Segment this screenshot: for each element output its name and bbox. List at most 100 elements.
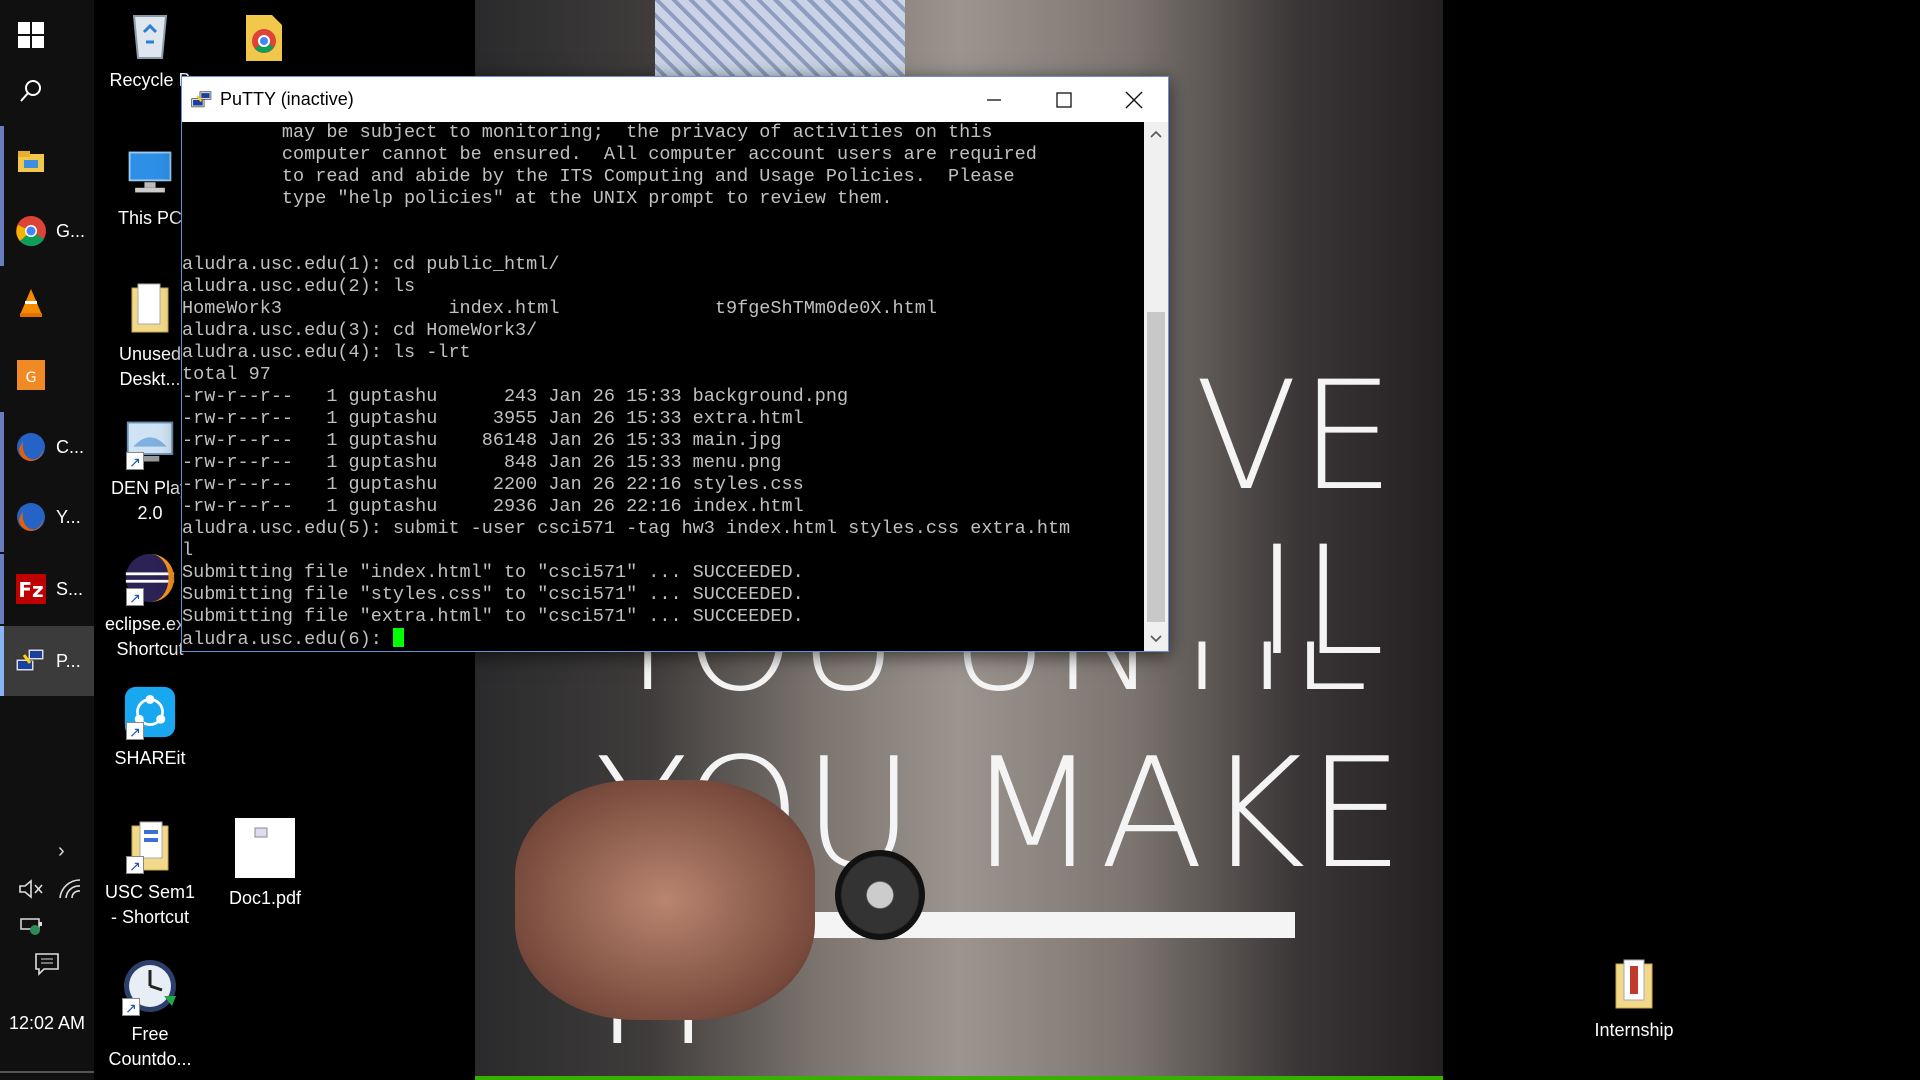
- minimize-button[interactable]: [959, 77, 1029, 122]
- desktop-icon-label: Doc1.pdf: [228, 888, 302, 908]
- terminal-line: -rw-r--r-- 1 guptashu 3955 Jan 26 15:33 …: [182, 408, 804, 429]
- putty-titlebar[interactable]: PuTTY (inactive): [182, 77, 1168, 122]
- this-pc-icon: [124, 146, 176, 198]
- wallpaper-text-line-1: VE: [1195, 350, 1397, 524]
- taskbar-putty[interactable]: P...: [0, 626, 94, 696]
- vlc-icon: [14, 286, 48, 320]
- putty-window-title: PuTTY (inactive): [220, 89, 354, 109]
- file-explorer-icon: [14, 144, 48, 178]
- terminal-line: Submitting file "styles.css" to "csci571…: [182, 584, 804, 605]
- desktop-icon-usc-sem1[interactable]: ↗ USC Sem1 - Shortcut: [102, 820, 198, 930]
- folder-shortcut-icon: ↗: [124, 820, 176, 874]
- desktop-icon-chrome-file[interactable]: [216, 12, 312, 72]
- terminal-line: to read and abide by the ITS Computing a…: [182, 166, 1015, 187]
- taskbar-chrome[interactable]: G...: [0, 196, 94, 266]
- show-hidden-icons-chevron[interactable]: ›: [58, 840, 65, 863]
- desktop-icon-shareit[interactable]: ↗ SHAREit: [102, 686, 198, 771]
- maximize-icon: [1056, 91, 1072, 108]
- wifi-icon[interactable]: [58, 878, 82, 906]
- shortcut-arrow-icon: ↗: [126, 452, 144, 470]
- search-button[interactable]: [0, 56, 94, 126]
- putty-icon[interactable]: [190, 88, 214, 112]
- scrollbar-thumb[interactable]: [1147, 312, 1165, 622]
- putty-window[interactable]: PuTTY (inactive) may be subject to monit…: [181, 76, 1169, 652]
- terminal-line: -rw-r--r-- 1 guptashu 243 Jan 26 15:33 b…: [182, 386, 849, 407]
- firefox-icon: [14, 430, 48, 464]
- terminal-line: -rw-r--r-- 1 guptashu 86148 Jan 26 15:33…: [182, 430, 782, 451]
- chrome-file-icon: [238, 12, 290, 64]
- desktop-icon-label: Free Countdo...: [108, 1024, 192, 1069]
- countdown-timer-icon: ↗: [120, 954, 180, 1016]
- taskbar-divider: [0, 1071, 94, 1073]
- battery-icon[interactable]: [20, 916, 44, 942]
- minimize-icon: [987, 98, 1001, 101]
- taskbar-label: C...: [56, 436, 85, 457]
- desktop-icon-label: Recycle B: [109, 70, 191, 90]
- desktop: VE IL YOU UNTIL YOU MAKE IT: [0, 0, 1920, 1080]
- putty-icon: [14, 644, 48, 678]
- shortcut-arrow-icon: ↗: [126, 856, 144, 874]
- terminal-line: computer cannot be ensured. All computer…: [182, 144, 1037, 165]
- svg-text:G: G: [26, 370, 37, 386]
- terminal-cursor: [392, 628, 404, 647]
- notification-icon[interactable]: [34, 952, 60, 982]
- terminal-line: aludra.usc.edu(3): cd HomeWork3/: [182, 320, 538, 341]
- taskbar-foxit-pdf[interactable]: G: [0, 340, 94, 410]
- taskbar-file-explorer[interactable]: [0, 126, 94, 196]
- recycle-bin-icon: [124, 8, 176, 60]
- close-icon: [1125, 91, 1143, 108]
- terminal-output[interactable]: may be subject to monitoring; the privac…: [182, 122, 1144, 651]
- terminal-line: aludra.usc.edu(5): submit -user csci571 …: [182, 518, 1071, 539]
- terminal-line: may be subject to monitoring; the privac…: [182, 122, 993, 143]
- scroll-down-button[interactable]: [1144, 627, 1168, 651]
- desktop-icon-label: Internship: [1594, 1020, 1674, 1040]
- taskbar: G... G C... Y... Fz S... P... › 12:02 AM: [0, 0, 94, 1080]
- filezilla-icon: Fz: [14, 572, 48, 606]
- terminal-line: Submitting file "extra.html" to "csci571…: [182, 606, 804, 627]
- chevron-up-icon: [1150, 130, 1162, 138]
- terminal-line: -rw-r--r-- 1 guptashu 2936 Jan 26 22:16 …: [182, 496, 804, 517]
- taskbar-label: P...: [56, 650, 81, 671]
- desktop-icon-free-countdown[interactable]: ↗ Free Countdo...: [102, 954, 198, 1072]
- terminal-line: -rw-r--r-- 1 guptashu 2200 Jan 26 22:16 …: [182, 474, 804, 495]
- firefox-icon: [14, 500, 48, 534]
- eclipse-icon: ↗: [124, 552, 176, 606]
- maximize-button[interactable]: [1029, 77, 1099, 122]
- shortcut-arrow-icon: ↗: [126, 722, 144, 740]
- terminal-line: HomeWork3 index.html t9fgeShTMm0de0X.htm…: [182, 298, 937, 319]
- desktop-icon-doc1-pdf[interactable]: Doc1.pdf: [217, 818, 313, 911]
- taskbar-vlc[interactable]: [0, 268, 94, 338]
- taskbar-clock[interactable]: 12:02 AM: [0, 1013, 94, 1034]
- desktop-icon-label: Unused Deskt...: [118, 344, 182, 389]
- terminal-line: Submitting file "index.html" to "csci571…: [182, 562, 804, 583]
- taskbar-label: S...: [56, 578, 84, 599]
- terminal-prompt: aludra.usc.edu(6):: [182, 629, 393, 650]
- wallpaper-hand: [515, 780, 815, 1020]
- foxit-pdf-icon: G: [14, 358, 48, 392]
- folder-icon: [1608, 958, 1660, 1010]
- wallpaper-bottom-strip: [475, 1076, 1443, 1080]
- terminal-line: aludra.usc.edu(2): ls: [182, 276, 416, 297]
- scroll-up-button[interactable]: [1144, 122, 1168, 146]
- desktop-icon-label: This PC: [117, 208, 182, 228]
- windows-start-icon: [14, 18, 48, 52]
- desktop-icon-label: DEN Play 2.0: [110, 478, 190, 523]
- taskbar-label: G...: [56, 220, 86, 241]
- shareit-icon: ↗: [124, 686, 176, 740]
- chrome-icon: [14, 214, 48, 248]
- taskbar-firefox-1[interactable]: C...: [0, 412, 94, 482]
- terminal-line: aludra.usc.edu(4): ls -lrt: [182, 342, 471, 363]
- taskbar-label: Y...: [56, 506, 81, 527]
- close-button[interactable]: [1099, 77, 1169, 122]
- terminal-line: -rw-r--r-- 1 guptashu 848 Jan 26 15:33 m…: [182, 452, 782, 473]
- terminal-text: may be subject to monitoring; the privac…: [182, 122, 1144, 651]
- terminal-scrollbar[interactable]: [1144, 122, 1168, 651]
- den-player-icon: ↗: [124, 416, 176, 470]
- desktop-icon-internship[interactable]: Internship: [1586, 958, 1682, 1043]
- taskbar-firefox-2[interactable]: Y...: [0, 482, 94, 552]
- taskbar-filezilla[interactable]: Fz S...: [0, 554, 94, 624]
- pdf-file-icon: [235, 818, 295, 878]
- terminal-line: l: [182, 540, 194, 561]
- desktop-icon-label: USC Sem1 - Shortcut: [104, 882, 196, 927]
- mute-volume-icon[interactable]: [18, 878, 44, 906]
